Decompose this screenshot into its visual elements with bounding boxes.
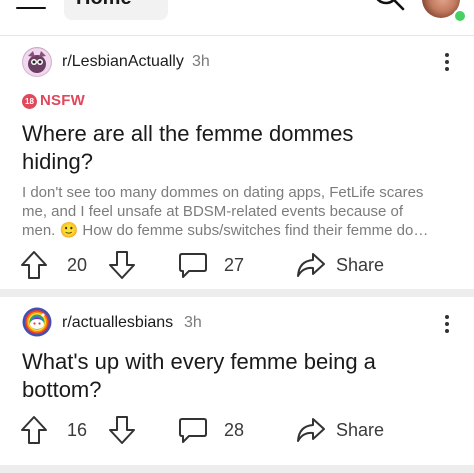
share-label: Share: [336, 420, 385, 440]
downvote-arrow-icon[interactable]: [108, 415, 136, 445]
post-body-line: me, and I feel unsafe at BDSM-related ev…: [22, 203, 404, 220]
post-title-line: Where are all the femme dommes: [22, 121, 354, 146]
vote-count: 16: [67, 420, 88, 440]
comment-bubble-icon[interactable]: [178, 416, 208, 444]
post-title-line: What's up with every femme being a: [22, 349, 376, 374]
share-button[interactable]: Share: [296, 413, 386, 447]
subreddit-name[interactable]: r/LesbianActually: [62, 53, 184, 71]
share-label: Share: [336, 255, 385, 275]
post-age: 3h: [184, 314, 202, 331]
post-divider: [0, 289, 474, 297]
post-action-bar: 20 27 Share: [0, 248, 474, 282]
post-title[interactable]: Where are all the femme dommes hiding?: [22, 120, 452, 176]
subreddit-avatar[interactable]: [22, 47, 52, 77]
post-title-line: hiding?: [22, 149, 93, 174]
user-avatar[interactable]: [420, 0, 467, 23]
share-button[interactable]: Share: [296, 248, 386, 282]
upvote-arrow-icon[interactable]: [20, 250, 48, 280]
comment-count: 27: [224, 255, 245, 275]
subreddit-avatar[interactable]: [22, 307, 52, 337]
feed-selector-dropdown[interactable]: Home: [64, 0, 168, 20]
subreddit-name[interactable]: r/actuallesbians: [62, 314, 173, 332]
vote-count: 20: [67, 255, 88, 275]
post-card[interactable]: r/LesbianActually 3h 18 NSFW Where are a…: [0, 37, 474, 289]
post-card[interactable]: r/actuallesbians 3h What's up with every…: [0, 297, 474, 465]
post-divider: [0, 465, 474, 473]
post-action-bar: 16 28 Share: [0, 413, 474, 447]
post-title[interactable]: What's up with every femme being a botto…: [22, 348, 452, 404]
subreddit-avatar-art: [22, 307, 52, 337]
kebab-menu-icon[interactable]: [440, 315, 454, 335]
post-age: 3h: [192, 53, 210, 70]
comment-count: 28: [224, 420, 245, 440]
subreddit-avatar-art: [23, 48, 51, 76]
share-arrow-icon: [297, 253, 325, 277]
post-body-preview[interactable]: I don't see too many dommes on dating ap…: [22, 183, 462, 240]
hamburger-bar: [16, 7, 46, 10]
post-title-line: bottom?: [22, 377, 102, 402]
nsfw-label: NSFW: [40, 92, 85, 109]
nsfw-badge-icon: 18: [22, 94, 37, 109]
comment-bubble-icon[interactable]: [178, 251, 208, 279]
share-arrow-icon: [297, 418, 325, 442]
feed-selector-label: Home: [76, 0, 132, 10]
post-body-line: I don't see too many dommes on dating ap…: [22, 184, 424, 201]
top-bar: Home: [0, 0, 474, 36]
post-body-line: men. 🙂 How do femme subs/switches find t…: [22, 222, 429, 239]
upvote-arrow-icon[interactable]: [20, 415, 48, 445]
online-status-indicator: [453, 9, 467, 23]
downvote-arrow-icon[interactable]: [108, 250, 136, 280]
kebab-menu-icon[interactable]: [440, 53, 454, 73]
search-icon[interactable]: [370, 0, 406, 14]
hamburger-menu-icon[interactable]: [16, 0, 46, 12]
